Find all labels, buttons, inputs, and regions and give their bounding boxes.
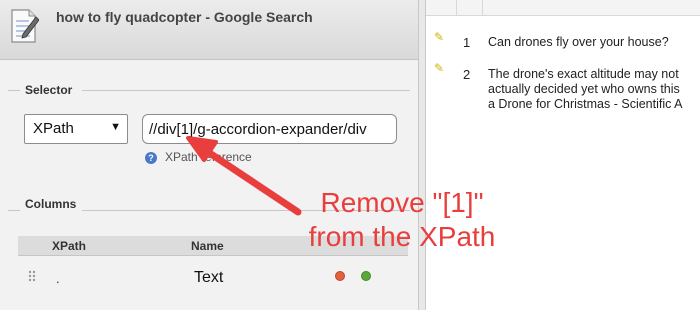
column-name-value[interactable]: Text [194,269,223,287]
annotation-line: Remove "[1]" [320,187,484,218]
column-header-xpath: XPath [52,239,87,253]
add-column-icon[interactable] [361,271,371,281]
result-row-text: Can drones fly over your house? [488,35,669,49]
result-row-number: 2 [463,67,471,82]
result-row-number: 1 [463,35,471,50]
selector-type-value: XPath [33,120,74,137]
selector-rule-right [82,90,410,91]
edit-pencil-icon[interactable]: ✎ [434,30,444,44]
remove-column-icon[interactable] [335,271,345,281]
results-grid-header [426,0,700,16]
result-row-text: a Drone for Christmas - Scientific A [488,97,683,111]
drag-handle-icon[interactable] [28,270,36,284]
panel-splitter[interactable] [418,0,426,310]
edit-pencil-icon[interactable]: ✎ [434,61,444,75]
column-xpath-value[interactable]: . [56,271,60,286]
xpath-input[interactable] [142,114,397,144]
column-header-name: Name [191,239,224,253]
grid-divider [456,0,457,16]
columns-section-label: Columns [20,197,82,211]
results-grid: ✎ 1 Can drones fly over your house? ✎ 2 … [426,0,700,310]
chevron-down-icon: ▼ [110,121,121,133]
window-title: how to fly quadcopter - Google Search [56,9,313,25]
selector-type-dropdown[interactable]: XPath ▼ [24,114,128,144]
xpath-reference-link[interactable]: XPath reference [165,150,252,164]
result-row-text: The drone's exact altitude may not [488,67,679,81]
help-icon: ? [145,152,157,164]
document-pencil-icon [11,9,39,43]
selector-section-label: Selector [20,83,78,97]
scraper-panel: how to fly quadcopter - Google Search Se… [0,0,418,310]
table-row: . Text [18,256,408,290]
window-header: how to fly quadcopter - Google Search [0,0,418,60]
result-row-text: actually decided yet who owns this [488,82,680,96]
annotation-line: from the XPath [308,221,496,252]
grid-divider [482,0,483,16]
annotation-callout: Remove "[1]" from the XPath [282,186,522,254]
